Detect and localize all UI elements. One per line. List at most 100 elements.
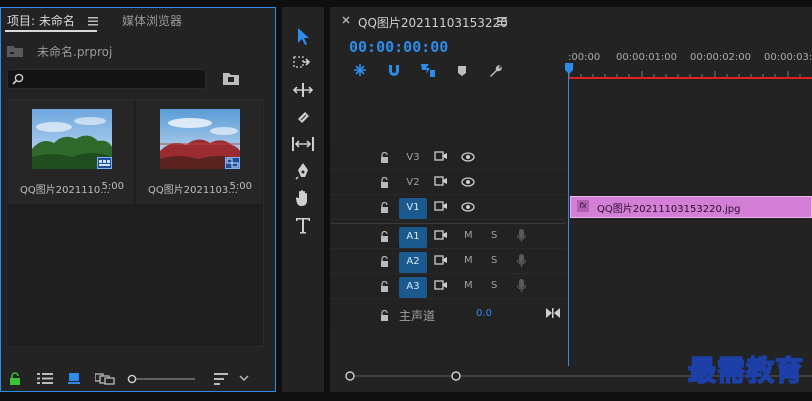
panel-menu-icon[interactable] [88,17,98,26]
folder-icon [7,44,23,57]
eye-icon[interactable] [461,152,475,162]
video-track-v3: V3 [330,146,812,171]
video-track-v2: V2 [330,171,812,196]
watermark-logo: 最需教育 [687,353,805,388]
chevron-down-icon[interactable] [239,375,249,382]
playhead-handle[interactable] [564,63,574,75]
ruler-label: :00:00 [568,52,601,63]
nest-sequence-icon[interactable] [353,63,367,77]
clip-thumbnail [160,109,240,169]
fx-badge: fx [577,200,589,212]
eye-icon[interactable] [461,177,475,187]
tab-project[interactable]: 项目: 未命名 [7,12,75,29]
master-track: 主声道 0.0 [330,304,812,329]
clip-name: QQ图片2021110... [20,185,110,196]
track-target-toggle[interactable]: V3 [399,148,427,169]
sync-lock-film-icon[interactable] [434,279,448,291]
sync-lock-film-icon[interactable] [434,200,448,212]
pen-tool[interactable] [289,159,317,183]
sequence-tab-title[interactable]: QQ图片20211103153220 [358,14,508,31]
lock-icon[interactable] [9,372,21,385]
ruler-label: 00:00:02:00 [690,52,752,63]
active-tab-underline [5,30,97,32]
ripple-edit-tool[interactable] [289,78,317,102]
mute-button[interactable]: M [464,255,473,266]
clip-name: QQ图片2021103... [148,185,238,196]
clip-label: QQ图片20211103153220.jpg [597,204,741,215]
audio-track-a3: A3 M S [330,275,812,300]
microphone-icon[interactable] [517,254,526,268]
image-badge-icon [97,157,112,169]
clip-duration: 5:00 [101,181,124,192]
track-lock-icon[interactable] [380,256,389,267]
sort-icon[interactable] [214,373,228,385]
sync-lock-film-icon[interactable] [434,254,448,266]
solo-button[interactable]: S [491,230,497,241]
master-track-label: 主声道 [399,309,436,323]
audio-track-a2: A2 M S [330,250,812,275]
track-target-toggle[interactable]: A3 [399,277,427,298]
search-input[interactable] [7,69,206,89]
track-target-toggle[interactable]: A2 [399,252,427,273]
zoom-slider[interactable] [127,373,197,385]
sequence-badge-icon [225,157,240,169]
freeform-view-icon[interactable] [95,372,115,385]
list-view-icon[interactable] [37,373,53,384]
playhead-timecode[interactable]: 00:00:00:00 [349,38,448,56]
close-icon[interactable] [342,16,350,24]
wrench-settings-icon[interactable] [488,63,503,78]
playhead-line[interactable] [568,73,569,366]
track-select-forward-tool[interactable] [289,51,317,75]
type-tool[interactable] [289,213,317,237]
selection-tool[interactable] [289,24,317,48]
go-to-end-icon[interactable] [546,308,560,318]
sync-lock-film-icon[interactable] [434,150,448,162]
mute-button[interactable]: M [464,230,473,241]
hand-tool[interactable] [289,186,317,210]
project-footer [1,364,277,394]
sync-lock-film-icon[interactable] [434,175,448,187]
solo-button[interactable]: S [491,280,497,291]
add-marker-icon[interactable] [457,65,467,77]
track-lock-icon[interactable] [380,177,389,188]
track-divider [330,223,566,224]
track-lock-icon[interactable] [380,231,389,242]
linked-selection-icon[interactable] [420,63,436,78]
clip-duration: 5:00 [229,181,252,192]
microphone-icon[interactable] [517,279,526,293]
track-target-toggle[interactable]: V1 [399,198,427,219]
clip-item[interactable]: QQ图片2021103... 5:00 [136,100,262,204]
project-file-row: 未命名.prproj [7,42,267,59]
solo-button[interactable]: S [491,255,497,266]
track-lock-icon[interactable] [380,281,389,292]
ruler-label: 00:00:01:00 [616,52,678,63]
icon-view-icon[interactable] [68,372,80,384]
track-lock-icon[interactable] [380,310,389,321]
timeline-clip[interactable]: fx QQ图片20211103153220.jpg [570,196,812,218]
snap-magnet-icon[interactable] [387,64,401,77]
track-target-toggle[interactable]: V2 [399,173,427,194]
project-file-name: 未命名.prproj [37,45,113,59]
track-target-toggle[interactable]: A1 [399,227,427,248]
track-lock-icon[interactable] [380,202,389,213]
clip-item[interactable]: QQ图片2021110... 5:00 [8,100,134,204]
time-ruler[interactable]: :00:00 00:00:01:00 00:00:02:00 00:00:03:… [565,43,812,79]
ruler-ticks [568,71,801,77]
new-bin-icon[interactable] [223,71,239,85]
eye-icon[interactable] [461,202,475,212]
panel-menu-icon[interactable] [497,17,507,26]
slip-tool[interactable] [289,132,317,156]
microphone-icon[interactable] [517,229,526,243]
tools-panel [282,7,324,392]
track-lock-icon[interactable] [380,152,389,163]
search-icon [12,73,24,85]
audio-track-a1: A1 M S [330,225,812,250]
mute-button[interactable]: M [464,280,473,291]
tab-media-browser[interactable]: 媒体浏览器 [122,12,182,29]
razor-tool[interactable] [289,105,317,129]
clip-thumbnail [32,109,112,169]
timeline-panel: QQ图片20211103153220 00:00:00:00 :00:00 00… [330,7,812,392]
sync-lock-film-icon[interactable] [434,229,448,241]
master-volume-value[interactable]: 0.0 [476,308,492,319]
project-panel: 项目: 未命名 媒体浏览器 未命名.prproj QQ图片2021110... … [0,7,276,392]
